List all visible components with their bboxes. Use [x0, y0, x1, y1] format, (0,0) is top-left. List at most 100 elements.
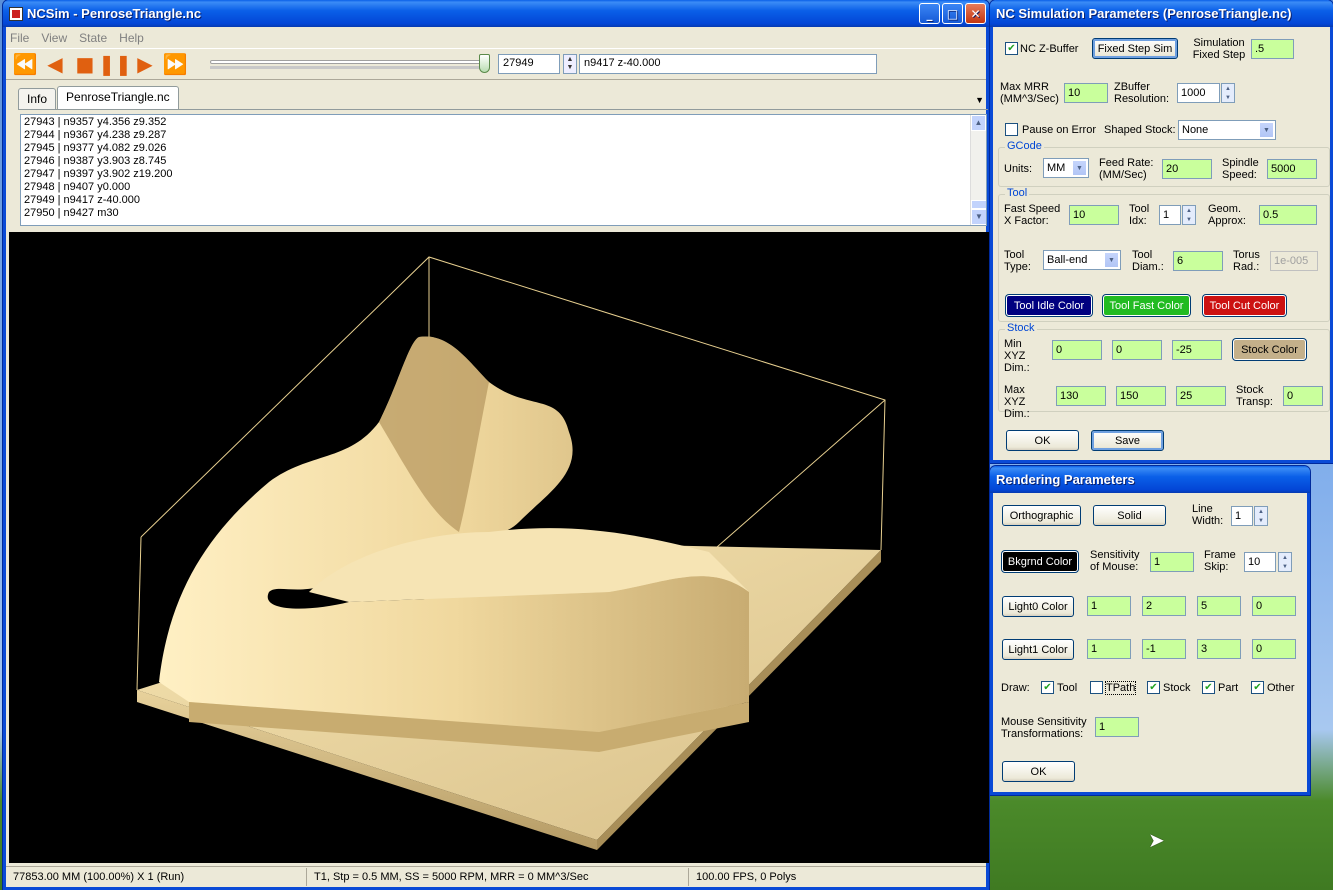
line-number-field[interactable]: 27949	[498, 54, 560, 74]
stop-icon[interactable]: ■	[70, 50, 100, 78]
max-x-input[interactable]: 130	[1056, 386, 1106, 406]
max-z-input[interactable]: 25	[1176, 386, 1226, 406]
fast-speed-input[interactable]: 10	[1069, 205, 1119, 225]
tab-penrosetriangle[interactable]: PenroseTriangle.nc	[57, 86, 179, 109]
light0-g-input[interactable]: 2	[1142, 596, 1186, 616]
units-select[interactable]: MM ▼	[1043, 158, 1089, 178]
shaped-stock-value: None	[1182, 124, 1209, 136]
mouse-transform-input[interactable]: 1	[1095, 717, 1139, 737]
solid-button[interactable]: Solid	[1093, 505, 1166, 526]
light1-g-input[interactable]: -1	[1142, 639, 1186, 659]
pause-on-error-checkbox[interactable]: ✔	[1005, 123, 1018, 136]
zbuffer-resolution-label: ZBuffer Resolution:	[1114, 81, 1170, 105]
draw-tpath-checkbox[interactable]: ✔	[1090, 681, 1103, 694]
play-icon[interactable]: ▶	[130, 50, 160, 78]
zbuffer-resolution-spinner[interactable]: ▲ ▼	[1221, 83, 1235, 103]
chevron-down-icon[interactable]: ▼	[1259, 122, 1274, 138]
background-color-button[interactable]: Bkgrnd Color	[1002, 551, 1078, 572]
line-width-spinner[interactable]: ▲ ▼	[1254, 506, 1268, 526]
log-scrollbar[interactable]: ▲ ▼	[970, 115, 986, 225]
shaped-stock-label: Shaped Stock:	[1104, 124, 1176, 136]
fast-forward-icon[interactable]: ⏩	[160, 50, 190, 78]
draw-part-checkbox[interactable]: ✔	[1202, 681, 1215, 694]
tab-info[interactable]: Info	[18, 88, 57, 109]
slider-fill	[210, 66, 481, 69]
close-icon[interactable]: ✕	[965, 3, 986, 24]
menu-bar: File View State Help	[6, 27, 986, 48]
light1-r-input[interactable]: 1	[1087, 639, 1131, 659]
max-mrr-input[interactable]: 10	[1064, 83, 1108, 103]
main-titlebar[interactable]: NCSim - PenroseTriangle.nc _ □ ✕	[3, 0, 989, 27]
light0-r-input[interactable]: 1	[1087, 596, 1131, 616]
tool-idle-color-button[interactable]: Tool Idle Color	[1006, 295, 1092, 316]
tool-cut-color-button[interactable]: Tool Cut Color	[1203, 295, 1286, 316]
light0-a-input[interactable]: 0	[1252, 596, 1296, 616]
minimize-icon[interactable]: _	[919, 3, 940, 24]
max-y-input[interactable]: 150	[1116, 386, 1166, 406]
frame-skip-spinner[interactable]: ▲ ▼	[1278, 552, 1292, 572]
min-y-input[interactable]: 0	[1112, 340, 1162, 360]
frame-skip-input[interactable]: 10	[1244, 552, 1276, 572]
draw-stock-checkbox[interactable]: ✔	[1147, 681, 1160, 694]
scroll-down-icon[interactable]: ▼	[971, 209, 986, 225]
light1-b-input[interactable]: 3	[1197, 639, 1241, 659]
menu-view[interactable]: View	[41, 31, 67, 45]
gcode-group-label: GCode	[1005, 140, 1044, 152]
nc-zbuffer-label: NC Z-Buffer	[1020, 43, 1079, 55]
tool-idx-spinner[interactable]: ▲ ▼	[1182, 205, 1196, 225]
nc-params-titlebar[interactable]: NC Simulation Parameters (PenroseTriangl…	[990, 0, 1333, 27]
scroll-up-icon[interactable]: ▲	[971, 115, 986, 131]
spindle-speed-input[interactable]: 5000	[1267, 159, 1317, 179]
simulation-render	[136, 256, 886, 850]
chevron-down-icon[interactable]: ▼	[1072, 160, 1087, 176]
3d-viewport[interactable]	[9, 232, 989, 863]
stock-transp-input[interactable]: 0	[1283, 386, 1323, 406]
fixed-step-sim-button[interactable]: Fixed Step Sim	[1092, 38, 1178, 59]
light0-b-input[interactable]: 5	[1197, 596, 1241, 616]
draw-tool-checkbox[interactable]: ✔	[1041, 681, 1054, 694]
menu-help[interactable]: Help	[119, 31, 144, 45]
nc-ok-button[interactable]: OK	[1006, 430, 1079, 451]
light1-a-input[interactable]: 0	[1252, 639, 1296, 659]
pause-icon[interactable]: ❚❚	[98, 50, 132, 78]
shaped-stock-select[interactable]: None ▼	[1178, 120, 1276, 140]
progress-slider[interactable]	[208, 54, 490, 74]
menu-state[interactable]: State	[79, 31, 107, 45]
torus-rad-input[interactable]: 1e-005	[1270, 251, 1318, 271]
min-z-input[interactable]: -25	[1172, 340, 1222, 360]
torus-rad-label: Torus Rad.:	[1233, 249, 1260, 273]
step-back-icon[interactable]: ◀	[40, 50, 70, 78]
min-x-input[interactable]: 0	[1052, 340, 1102, 360]
tool-fast-color-button[interactable]: Tool Fast Color	[1103, 295, 1190, 316]
tool-diam-input[interactable]: 6	[1173, 251, 1223, 271]
render-params-titlebar[interactable]: Rendering Parameters	[990, 466, 1310, 493]
log-line: 27947 | n9397 y3.902 z19.200	[24, 168, 173, 180]
tool-idx-label: Tool Idx:	[1129, 203, 1150, 227]
stock-color-button[interactable]: Stock Color	[1233, 339, 1306, 360]
line-number-spinner[interactable]: ▲ ▼	[563, 54, 577, 74]
orthographic-button[interactable]: Orthographic	[1002, 505, 1081, 526]
tool-type-select[interactable]: Ball-end ▼	[1043, 250, 1121, 270]
mouse-sensitivity-input[interactable]: 1	[1150, 552, 1194, 572]
tool-idx-input[interactable]: 1	[1159, 205, 1181, 225]
gcode-log[interactable]: 27943 | n9357 y4.356 z9.352 27944 | n936…	[20, 114, 987, 226]
nc-save-button[interactable]: Save	[1091, 430, 1164, 451]
menu-file[interactable]: File	[10, 31, 29, 45]
sim-fixed-step-input[interactable]: .5	[1251, 39, 1294, 59]
maximize-icon[interactable]: □	[942, 3, 963, 24]
feed-rate-input[interactable]: 20	[1162, 159, 1212, 179]
slider-thumb[interactable]	[479, 54, 490, 73]
render-ok-button[interactable]: OK	[1002, 761, 1075, 782]
rewind-to-start-icon[interactable]: ⏪	[10, 50, 40, 78]
draw-other-checkbox[interactable]: ✔	[1251, 681, 1264, 694]
light0-color-button[interactable]: Light0 Color	[1002, 596, 1074, 617]
scroll-thumb[interactable]	[971, 200, 986, 209]
current-command-field[interactable]: n9417 z-40.000	[579, 54, 877, 74]
light1-color-button[interactable]: Light1 Color	[1002, 639, 1074, 660]
tab-dropdown-icon[interactable]: ▼	[975, 95, 984, 109]
line-width-input[interactable]: 1	[1231, 506, 1253, 526]
zbuffer-resolution-input[interactable]: 1000	[1177, 83, 1220, 103]
nc-zbuffer-checkbox[interactable]: ✔	[1005, 42, 1018, 55]
chevron-down-icon[interactable]: ▼	[1104, 252, 1119, 268]
geom-approx-input[interactable]: 0.5	[1259, 205, 1317, 225]
